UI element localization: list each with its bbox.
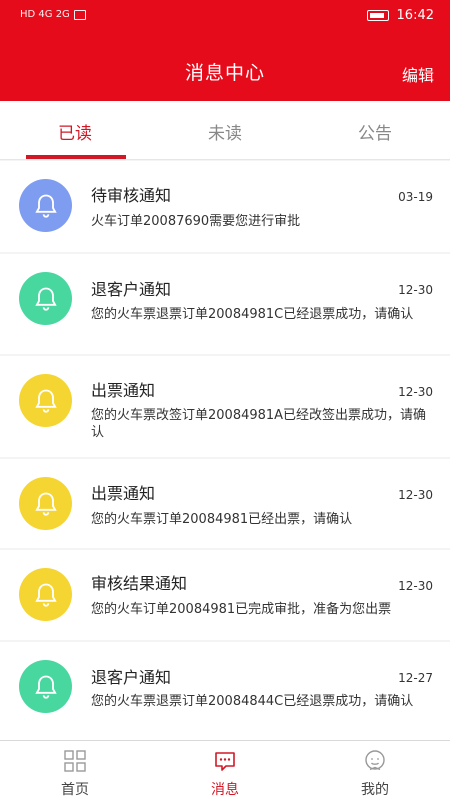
message-date: 12-30 (398, 488, 433, 502)
message-body: 您的火车订单20084981已完成审批，准备为您出票 (91, 602, 392, 617)
page-title: 消息中心 (184, 62, 265, 84)
nav-home-label: 首页 (61, 782, 89, 798)
message-date: 12-30 (398, 579, 433, 593)
status-right: 16:42 (366, 8, 434, 23)
message-body: 您的火车票订单20084981已经出票，请确认 (91, 512, 353, 527)
nav-home[interactable]: 首页 (0, 741, 150, 800)
nav-messages[interactable]: 消息 (150, 741, 300, 800)
nav-messages-label: 消息 (211, 782, 239, 798)
app-header: HD 4G 2G 16:42 消息中心 编辑 (0, 0, 450, 101)
message-title: 出票通知 (91, 484, 156, 503)
message-date: 12-30 (398, 385, 433, 399)
active-tab-indicator (26, 155, 126, 159)
list-item[interactable]: 退客户通知 12-30 您的火车票退票订单20084981C已经退票成功，请确认 (0, 254, 450, 354)
bell-icon (19, 374, 72, 427)
list-item[interactable]: 出票通知 12-30 您的火车票订单20084981已经出票，请确认 (0, 459, 450, 548)
message-title: 审核结果通知 (91, 574, 188, 593)
message-date: 03-19 (398, 190, 433, 204)
message-list: 待审核通知 03-19 火车订单20087690需要您进行审批 退客户通知 12… (0, 161, 450, 740)
message-date: 12-27 (398, 671, 433, 685)
status-left: HD 4G 2G (20, 9, 86, 20)
battery-icon (366, 10, 389, 21)
bell-icon (19, 660, 72, 713)
profile-icon (365, 750, 385, 771)
status-bar: HD 4G 2G 16:42 (0, 0, 450, 34)
message-title: 退客户通知 (91, 668, 172, 687)
bottom-nav: 首页 消息 我的 (0, 740, 450, 800)
message-body: 您的火车票退票订单20084981C已经退票成功，请确认 (91, 307, 414, 322)
message-body: 您的火车票改签订单20084981A已经改签出票成功，请确认 (91, 408, 427, 440)
bell-icon (19, 179, 72, 232)
signal-icon (73, 9, 86, 20)
bell-icon (19, 568, 72, 621)
message-date: 12-30 (398, 283, 433, 297)
message-body: 您的火车票退票订单20084844C已经退票成功，请确认 (91, 694, 414, 709)
bell-icon (19, 272, 72, 325)
tab-unread[interactable]: 未读 (150, 101, 300, 160)
bell-icon (19, 477, 72, 530)
status-time: 16:42 (396, 8, 434, 23)
nav-profile-label: 我的 (361, 782, 389, 798)
tab-announcements[interactable]: 公告 (300, 101, 450, 160)
list-item[interactable]: 待审核通知 03-19 火车订单20087690需要您进行审批 (0, 161, 450, 252)
list-item[interactable]: 退客户通知 12-27 您的火车票退票订单20084844C已经退票成功，请确认 (0, 642, 450, 740)
message-title: 待审核通知 (91, 186, 172, 205)
message-body: 火车订单20087690需要您进行审批 (91, 214, 301, 229)
nav-profile[interactable]: 我的 (300, 741, 450, 800)
message-title: 出票通知 (91, 381, 156, 400)
message-title: 退客户通知 (91, 280, 172, 299)
grid-icon (64, 750, 86, 772)
network-status: HD 4G 2G (20, 9, 70, 20)
tab-bar: 已读 未读 公告 (0, 101, 450, 160)
tab-read[interactable]: 已读 (0, 101, 150, 160)
edit-button[interactable]: 编辑 (402, 62, 434, 86)
list-item[interactable]: 审核结果通知 12-30 您的火车订单20084981已完成审批，准备为您出票 (0, 550, 450, 640)
message-icon (215, 752, 235, 771)
list-item[interactable]: 出票通知 12-30 您的火车票改签订单20084981A已经改签出票成功，请确… (0, 356, 450, 457)
